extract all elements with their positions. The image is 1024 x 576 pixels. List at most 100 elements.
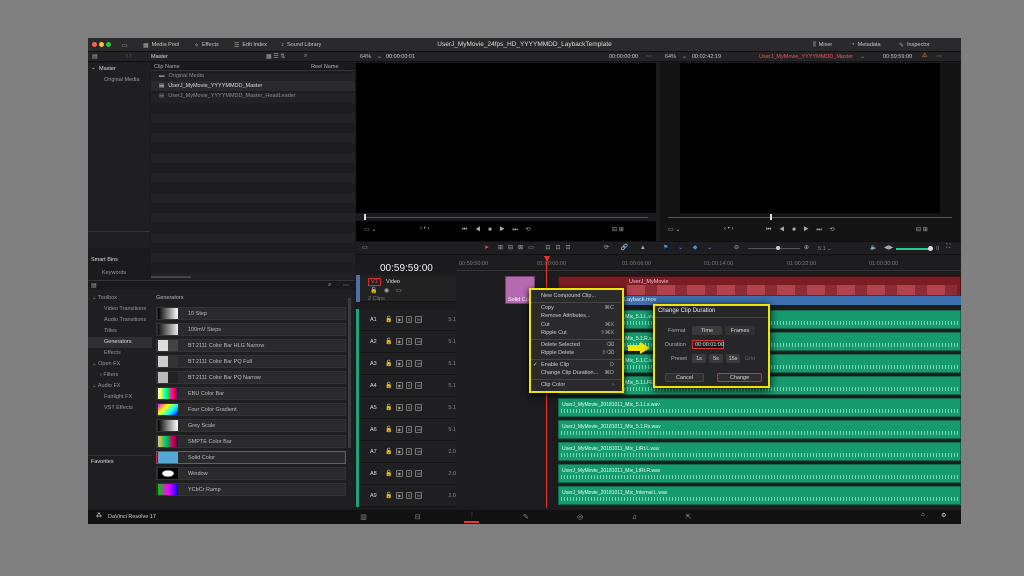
timeline-zoom[interactable]: 64% — [665, 54, 676, 60]
tree-audio-fx[interactable]: ⌄ Audio FX — [92, 383, 120, 389]
tree-filters[interactable]: › Filters — [100, 372, 118, 378]
generator-item[interactable]: 100mV Steps — [156, 323, 346, 336]
generator-item[interactable]: 10 Step — [156, 307, 346, 320]
playback-controls[interactable]: ⏮ ◀ ■ ▶ ⏭ ⟲ — [766, 226, 838, 234]
fusion-page-icon[interactable]: ✎ — [518, 511, 533, 523]
generator-item[interactable]: Solid Color — [156, 451, 346, 464]
mark-icons[interactable]: ⊟ ⊞ — [612, 226, 624, 233]
fairlight-page-icon[interactable]: ♫ — [627, 511, 642, 523]
metadata-button[interactable]: ◔ Metadata — [851, 41, 881, 49]
search-icon[interactable]: ⌕ — [304, 53, 307, 60]
deliver-page-icon[interactable]: ⇱ — [681, 511, 696, 523]
viewer-icon[interactable]: ▭ ⌄ — [364, 226, 376, 233]
clip-name-column[interactable]: Clip Name — [154, 64, 180, 70]
tree-fairlight-fx[interactable]: Fairlight FX — [104, 394, 132, 400]
smart-bin-keywords[interactable]: Keywords — [102, 270, 126, 276]
solo-button[interactable]: S — [405, 316, 413, 323]
nav-back-icon[interactable]: ‹ › — [126, 53, 132, 59]
timeline-view-options-icon[interactable]: ▭ — [362, 244, 368, 251]
jog-icon[interactable]: ‹ • › — [724, 226, 733, 232]
menu-item[interactable]: Copy ⌘C — [531, 304, 622, 313]
scrollbar[interactable] — [348, 298, 351, 448]
audio-clip[interactable]: UserJ_MyMovie_20181011_Mix_5.1.Ls.wav — [558, 398, 961, 417]
close-window-button[interactable] — [92, 42, 97, 47]
solo-button[interactable]: S — [405, 426, 413, 433]
mute-button[interactable]: M — [415, 448, 423, 455]
settings-icon[interactable]: ⚙ — [941, 512, 946, 519]
track-header-audio[interactable]: A1 🔓 ◉ S M 5.1 — [356, 309, 456, 331]
layout-toggle-icon[interactable]: ▭ — [122, 41, 128, 49]
auto-track-icon[interactable]: ◉ — [395, 448, 403, 455]
zoom-out-icon[interactable]: ⊖ — [734, 244, 739, 251]
cancel-button[interactable]: Cancel — [665, 373, 704, 382]
duration-field[interactable]: 00:00:01:00 — [692, 340, 724, 349]
track-header-v1[interactable]: V1 Video 🔓 ◉ ▭ 2 Clips — [356, 275, 456, 302]
timeline-viewer-menu-icon[interactable]: ⌄ — [682, 53, 687, 60]
mute-button[interactable]: M — [415, 360, 423, 367]
menu-item[interactable]: Ripple Delete ⇧⌫ — [531, 349, 622, 358]
menu-item[interactable]: Change Clip Duration... ⌘D — [531, 369, 622, 378]
auto-track-icon[interactable]: ◉ — [395, 382, 403, 389]
edit-tools-icons[interactable]: ⊞⊟⊠▭ ⊡⊡⊡ — [498, 244, 576, 251]
audio-clip[interactable]: UserJ_MyMovie_20181011_Mix_LtRt.R.wav — [558, 464, 961, 483]
zoom-window-button[interactable] — [106, 42, 111, 47]
track-header-audio[interactable]: A7 🔓 ◉ S M 2.0 — [356, 441, 456, 463]
lock-icon[interactable]: 🔓 — [385, 470, 392, 477]
mute-button[interactable]: M — [415, 404, 423, 411]
auto-track-icon[interactable]: ◉ — [395, 426, 403, 433]
solo-button[interactable]: S — [405, 360, 413, 367]
lock-icon[interactable]: 🔓 — [385, 448, 392, 455]
lock-icon[interactable]: 🔓 — [370, 287, 377, 294]
auto-track-icon[interactable]: ◉ — [395, 404, 403, 411]
tree-toolbox[interactable]: ⌄ Toolbox — [92, 295, 117, 301]
mute-button[interactable]: M — [415, 382, 423, 389]
solo-button[interactable]: S — [405, 448, 413, 455]
edit-page-icon[interactable]: ⫶ — [464, 511, 480, 523]
lock-icon[interactable]: 🔓 — [385, 404, 392, 411]
bin-master[interactable]: Master — [99, 66, 116, 72]
generator-item[interactable]: BT.2111 Color Bar HLG Narrow — [156, 339, 346, 352]
warning-icon[interactable]: ⚠ — [922, 52, 927, 59]
audio-clip[interactable]: UserJ_MyMovie_20181011_Mix_LtRt.L.wav — [558, 442, 961, 461]
snapping-icons[interactable]: ⟳ 🔗 ▲ — [604, 244, 651, 251]
track-header-audio[interactable]: A3 🔓 ◉ S M 5.1 — [356, 353, 456, 375]
inspector-button[interactable]: ✎ Inspector — [899, 41, 930, 49]
lock-icon[interactable]: 🔓 — [385, 426, 392, 433]
generator-item[interactable]: BT.2111 Color Bar PQ Narrow — [156, 371, 346, 384]
solo-button[interactable]: S — [405, 382, 413, 389]
menu-item[interactable]: ✓ Enable Clip D — [531, 361, 622, 370]
volume-slider[interactable] — [896, 246, 933, 251]
mixer-button[interactable]: ⫼ Mixer — [813, 41, 832, 49]
auto-track-icon[interactable]: ◉ — [395, 338, 403, 345]
lock-icon[interactable]: 🔓 — [385, 360, 392, 367]
selection-tool-icon[interactable]: ➤ — [484, 244, 489, 251]
media-pool-button[interactable]: ▦ Media Pool — [143, 41, 179, 49]
menu-item[interactable]: Cut ⌘X — [531, 321, 622, 330]
mute-button[interactable]: M — [415, 492, 423, 499]
tree-open-fx[interactable]: ⌄ Open FX — [92, 361, 120, 367]
menu-item[interactable]: Remove Attributes... — [531, 312, 622, 321]
home-icon[interactable]: ⌂ — [921, 512, 925, 518]
mute-button[interactable]: M — [415, 338, 423, 345]
source-scrubber[interactable] — [356, 213, 656, 221]
monitor-icon[interactable]: ▭ — [396, 287, 402, 294]
change-button[interactable]: Change — [717, 373, 762, 382]
menu-item[interactable]: New Compound Clip... — [531, 292, 622, 301]
solo-button[interactable]: S — [405, 492, 413, 499]
menu-item[interactable]: Clip Color › — [531, 381, 622, 390]
audio-clip[interactable]: UserJ_MyMovie_20181011_Mix_5.1.Rs.wav — [558, 420, 961, 439]
auto-track-icon[interactable]: ◉ — [395, 360, 403, 367]
lock-icon[interactable]: 🔓 — [385, 316, 392, 323]
sound-library-button[interactable]: ♪ Sound Library — [281, 41, 321, 49]
solo-button[interactable]: S — [405, 470, 413, 477]
track-header-audio[interactable]: A5 🔓 ◉ S M 5.1 — [356, 397, 456, 419]
viewer-icon[interactable]: ▭ ⌄ — [668, 226, 680, 233]
expand-icon[interactable]: ⛶ — [946, 244, 950, 251]
mark-icons[interactable]: ⊟ ⊞ — [916, 226, 928, 233]
scrollbar[interactable] — [151, 276, 191, 278]
menu-item[interactable]: Delete Selected ⌫ — [531, 341, 622, 350]
track-header-audio[interactable]: A9 🔓 ◉ S M 2.0 — [356, 485, 456, 507]
generator-item[interactable]: BT.2111 Color Bar PQ Full — [156, 355, 346, 368]
format-time-button[interactable]: Time — [692, 326, 722, 335]
auto-track-icon[interactable]: ◉ — [395, 470, 403, 477]
